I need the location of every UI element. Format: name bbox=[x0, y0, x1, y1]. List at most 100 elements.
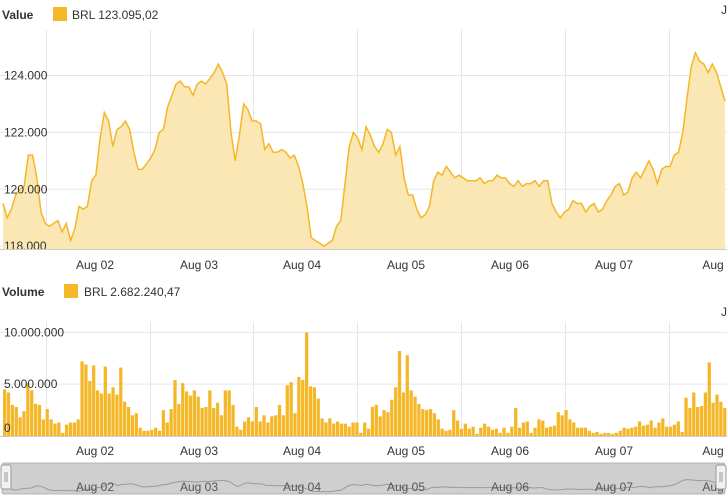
volume-bar[interactable] bbox=[146, 430, 150, 436]
volume-bar[interactable] bbox=[289, 382, 293, 436]
volume-bar[interactable] bbox=[459, 428, 464, 436]
volume-bar[interactable] bbox=[409, 390, 413, 436]
volume-bar[interactable] bbox=[548, 426, 553, 436]
volume-bar[interactable] bbox=[452, 410, 456, 436]
volume-bar[interactable] bbox=[339, 423, 344, 436]
volume-bar[interactable] bbox=[483, 423, 487, 436]
volume-bar[interactable] bbox=[332, 423, 336, 436]
volume-bar[interactable] bbox=[161, 410, 166, 436]
volume-bar[interactable] bbox=[672, 424, 677, 436]
volume-bar[interactable] bbox=[304, 332, 309, 436]
volume-bar[interactable] bbox=[173, 380, 177, 436]
volume-bar[interactable] bbox=[657, 422, 661, 437]
volume-bar[interactable] bbox=[231, 404, 235, 436]
volume-bar[interactable] bbox=[688, 408, 692, 436]
volume-bar[interactable] bbox=[316, 398, 320, 436]
volume-bar[interactable] bbox=[560, 415, 564, 436]
volume-bar[interactable] bbox=[479, 427, 483, 436]
volume-bar[interactable] bbox=[184, 391, 189, 436]
volume-bar[interactable] bbox=[285, 385, 289, 436]
volume-bar[interactable] bbox=[134, 413, 138, 436]
volume-bar[interactable] bbox=[45, 409, 49, 436]
volume-bar[interactable] bbox=[239, 429, 243, 436]
volume-bar[interactable] bbox=[153, 427, 158, 436]
volume-bar[interactable] bbox=[405, 355, 409, 436]
volume-bar[interactable] bbox=[181, 383, 185, 436]
volume-bar[interactable] bbox=[382, 410, 386, 436]
volume-legend-swatch[interactable] bbox=[64, 284, 78, 298]
volume-bar[interactable] bbox=[49, 419, 53, 436]
volume-bar[interactable] bbox=[552, 425, 557, 436]
volume-bar[interactable] bbox=[219, 415, 224, 436]
volume-bar[interactable] bbox=[401, 392, 406, 437]
volume-bar[interactable] bbox=[223, 390, 227, 436]
volume-bar[interactable] bbox=[254, 407, 258, 436]
volume-bar[interactable] bbox=[494, 428, 498, 436]
volume-bar[interactable] bbox=[84, 364, 88, 437]
volume-bar[interactable] bbox=[533, 427, 537, 436]
volume-bar[interactable] bbox=[692, 392, 696, 437]
volume-bar[interactable] bbox=[37, 404, 42, 436]
volume-bar[interactable] bbox=[115, 394, 119, 437]
volume-bar[interactable] bbox=[243, 421, 247, 437]
volume-bar[interactable] bbox=[30, 390, 34, 436]
volume-bar[interactable] bbox=[235, 426, 239, 436]
volume-bar[interactable] bbox=[138, 427, 142, 436]
volume-bar[interactable] bbox=[606, 432, 611, 436]
volume-bar[interactable] bbox=[556, 412, 560, 436]
volume-bar[interactable] bbox=[436, 419, 440, 436]
volume-bar[interactable] bbox=[641, 425, 646, 436]
volume-bar[interactable] bbox=[661, 418, 665, 436]
navigator[interactable]: Aug 02 Aug 03 Aug 04 Aug 05 Aug 06 Aug 07 Aug … bbox=[0, 462, 727, 495]
volume-bar[interactable] bbox=[111, 387, 115, 436]
volume-bar[interactable] bbox=[486, 426, 491, 436]
volume-bar[interactable] bbox=[622, 427, 626, 436]
volume-bar[interactable] bbox=[614, 432, 618, 436]
volume-bar[interactable] bbox=[308, 386, 313, 436]
value-legend-series[interactable]: BRL 123.095,02 bbox=[72, 8, 159, 22]
volume-bar[interactable] bbox=[200, 408, 204, 436]
volume-bar[interactable] bbox=[417, 403, 421, 436]
volume-bar[interactable] bbox=[328, 418, 332, 436]
volume-bar[interactable] bbox=[699, 405, 704, 436]
volume-bar[interactable] bbox=[293, 413, 297, 436]
volume-bar[interactable] bbox=[188, 395, 193, 436]
volume-bar[interactable] bbox=[258, 421, 262, 437]
volume-bar[interactable] bbox=[653, 427, 657, 436]
volume-bar[interactable] bbox=[630, 427, 634, 436]
volume-bar[interactable] bbox=[502, 427, 506, 436]
volume-bar[interactable] bbox=[14, 407, 18, 436]
volume-bar[interactable] bbox=[545, 427, 549, 436]
volume-bar[interactable] bbox=[595, 431, 599, 436]
volume-bar[interactable] bbox=[92, 365, 96, 437]
volume-bar[interactable] bbox=[467, 428, 471, 436]
volume-bar[interactable] bbox=[212, 408, 216, 436]
volume-bar[interactable] bbox=[514, 408, 518, 436]
volume-bar[interactable] bbox=[618, 430, 622, 436]
volume-bar[interactable] bbox=[711, 402, 715, 436]
volume-bar[interactable] bbox=[676, 421, 680, 437]
volume-bar[interactable] bbox=[359, 432, 363, 436]
volume-bar[interactable] bbox=[471, 426, 475, 436]
volume-bar[interactable] bbox=[196, 396, 200, 436]
volume-bar[interactable] bbox=[297, 376, 301, 436]
volume-bar[interactable] bbox=[668, 426, 673, 436]
volume-bar[interactable] bbox=[262, 415, 266, 436]
volume-bar[interactable] bbox=[425, 410, 429, 436]
volume-bar[interactable] bbox=[649, 420, 653, 437]
volume-bar[interactable] bbox=[587, 430, 591, 436]
volume-bar[interactable] bbox=[192, 390, 196, 436]
volume-bar[interactable] bbox=[448, 429, 452, 436]
volume-bar[interactable] bbox=[355, 422, 359, 437]
volume-bar[interactable] bbox=[564, 410, 568, 436]
volume-bar[interactable] bbox=[413, 396, 417, 436]
volume-bar[interactable] bbox=[95, 390, 100, 436]
volume-bar[interactable] bbox=[204, 407, 208, 436]
navigator-right-handle[interactable] bbox=[715, 464, 727, 490]
volume-bar[interactable] bbox=[301, 380, 305, 436]
volume-bar[interactable] bbox=[428, 409, 433, 436]
volume-bar[interactable] bbox=[645, 424, 649, 436]
volume-bar[interactable] bbox=[274, 415, 278, 436]
volume-bar[interactable] bbox=[696, 407, 700, 436]
volume-bar[interactable] bbox=[347, 426, 351, 436]
